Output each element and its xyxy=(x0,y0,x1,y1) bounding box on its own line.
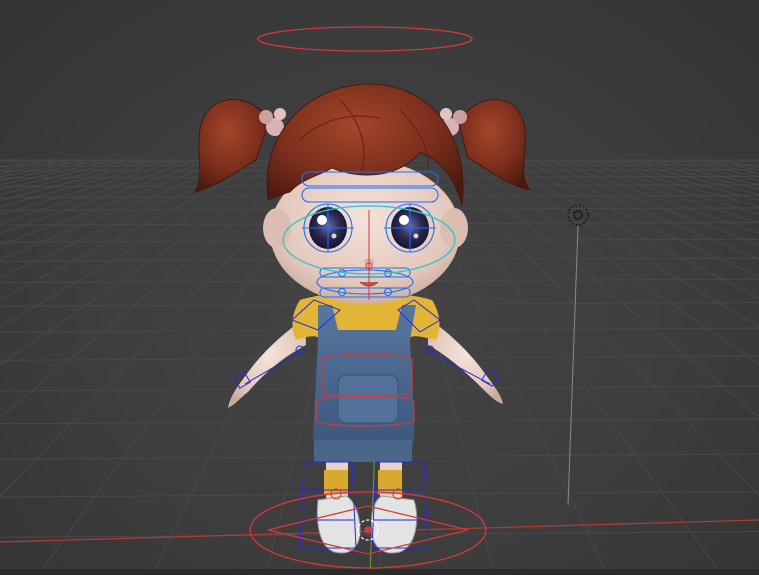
viewport-scene xyxy=(0,26,759,575)
grid-line xyxy=(0,159,115,186)
grid-line xyxy=(0,159,283,328)
grid-line xyxy=(0,159,213,234)
3d-viewport[interactable] xyxy=(0,0,759,575)
character-mesh[interactable] xyxy=(194,83,532,554)
grid-line xyxy=(0,159,185,216)
grid-line xyxy=(0,159,199,224)
grid-line xyxy=(0,159,87,178)
head-top-control[interactable] xyxy=(257,26,473,52)
viewport-bottom-edge xyxy=(0,569,759,575)
light-icon[interactable] xyxy=(567,204,589,506)
right-arm xyxy=(428,318,503,404)
grid-line xyxy=(0,159,171,208)
grid-line xyxy=(0,159,157,201)
grid-line xyxy=(0,159,45,169)
grid-line xyxy=(0,159,227,246)
root-control[interactable] xyxy=(249,491,487,569)
grid-line xyxy=(0,159,269,300)
grid-line xyxy=(0,159,59,171)
grid-line xyxy=(0,159,101,182)
grid-line xyxy=(547,159,759,234)
grid-line xyxy=(0,159,143,196)
grid-line xyxy=(0,159,129,191)
overall-pocket xyxy=(337,374,399,424)
grid-line xyxy=(0,159,255,278)
